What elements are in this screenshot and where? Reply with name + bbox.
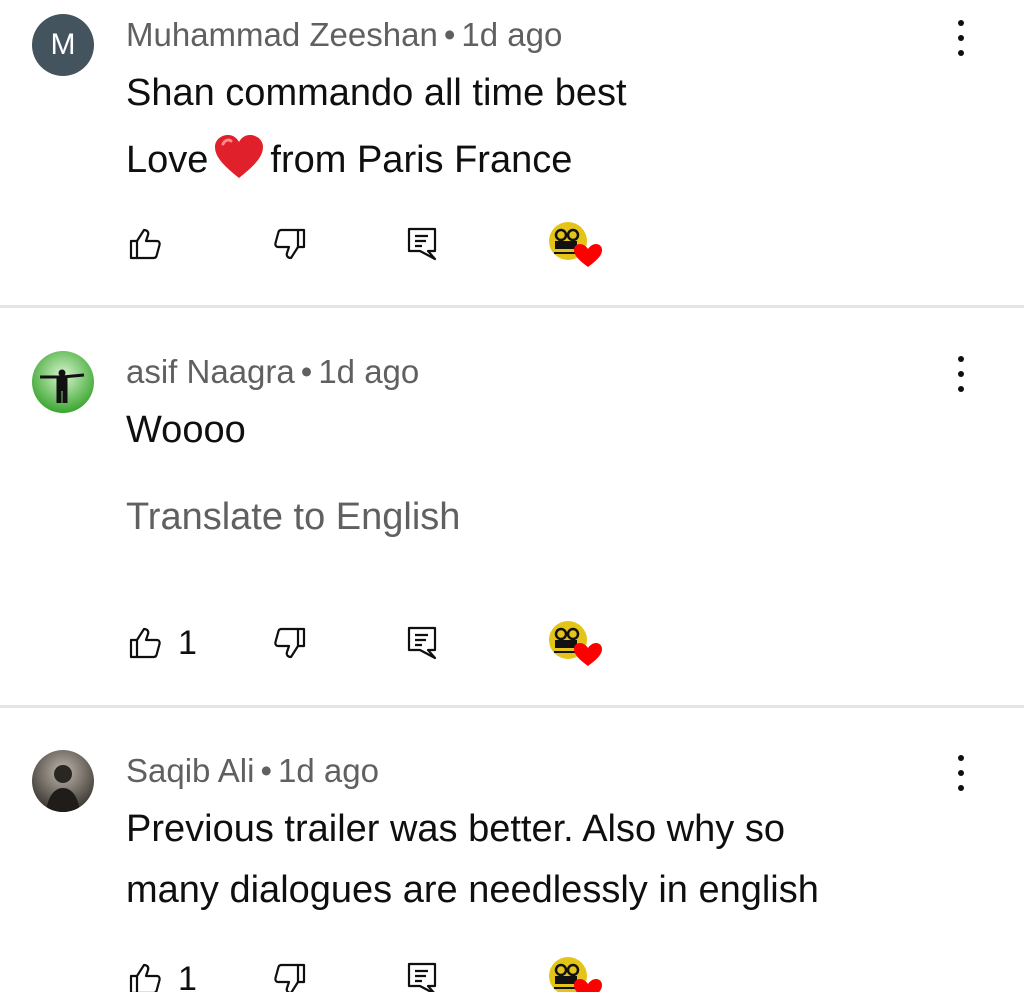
creator-heart-badge [546, 619, 604, 667]
comment-divider [0, 305, 1024, 308]
comment-time: 1d ago [318, 353, 420, 390]
three-dot-vertical-icon [958, 755, 964, 761]
comment-actions: 1 [0, 619, 1024, 667]
creator-heart-icon [546, 618, 604, 668]
comment-actions [0, 220, 1024, 268]
dislike-button[interactable] [273, 619, 307, 667]
creator-heart-icon [546, 219, 604, 269]
three-dot-vertical-icon [958, 356, 964, 362]
comment-meta: asif Naagra • 1d ago [126, 353, 419, 391]
thumbs-down-icon [273, 227, 307, 261]
comment-actions: 1 [0, 955, 1024, 992]
reply-icon [406, 625, 438, 661]
reply-button[interactable] [406, 955, 438, 992]
meta-separator: • [260, 752, 272, 789]
creator-heart-badge [546, 220, 604, 268]
like-count: 1 [178, 623, 197, 662]
red-heart-emoji-icon [214, 134, 264, 190]
meta-separator: • [300, 353, 313, 390]
comment-text-line: Woooo [126, 409, 246, 451]
thumbs-down-icon [273, 626, 307, 660]
like-count: 1 [178, 959, 197, 992]
comment-text-line: many dialogues are needlessly in english [126, 869, 819, 911]
comment-time: 1d ago [461, 16, 563, 53]
like-button[interactable]: 1 [128, 955, 197, 992]
comment-meta: Saqib Ali • 1d ago [126, 752, 379, 790]
like-button[interactable] [128, 220, 162, 268]
author-name[interactable]: asif Naagra [126, 353, 295, 390]
dislike-button[interactable] [273, 955, 307, 992]
translate-link[interactable]: Translate to English [126, 496, 460, 539]
avatar-letter: M [50, 28, 76, 61]
avatar[interactable]: M [32, 14, 94, 76]
reply-icon [406, 226, 438, 262]
thumbs-up-icon [128, 227, 162, 261]
avatar[interactable] [32, 750, 94, 812]
thumbs-up-icon [128, 962, 162, 992]
more-options-button[interactable] [944, 751, 978, 795]
creator-heart-badge [546, 955, 604, 992]
comment-time: 1d ago [278, 752, 379, 789]
dislike-button[interactable] [273, 220, 307, 268]
comment-text-line: Previous trailer was better. Also why so [126, 808, 785, 850]
thumbs-up-icon [128, 626, 162, 660]
meta-separator: • [443, 16, 456, 53]
comment-divider [0, 705, 1024, 708]
avatar[interactable] [32, 351, 94, 413]
comment-meta: Muhammad Zeeshan • 1d ago [126, 16, 562, 54]
like-button[interactable]: 1 [128, 619, 197, 667]
reply-icon [406, 961, 438, 992]
thumbs-down-icon [273, 962, 307, 992]
more-options-button[interactable] [944, 16, 978, 60]
more-options-button[interactable] [944, 352, 978, 396]
comment-text-line: Shan commando all time best [126, 72, 627, 114]
comment-text-line: Love from Paris France [126, 134, 572, 190]
three-dot-vertical-icon [958, 20, 964, 26]
reply-button[interactable] [406, 619, 438, 667]
reply-button[interactable] [406, 220, 438, 268]
author-name[interactable]: Muhammad Zeeshan [126, 16, 438, 53]
author-name[interactable]: Saqib Ali [126, 752, 254, 789]
creator-heart-icon [546, 954, 604, 992]
